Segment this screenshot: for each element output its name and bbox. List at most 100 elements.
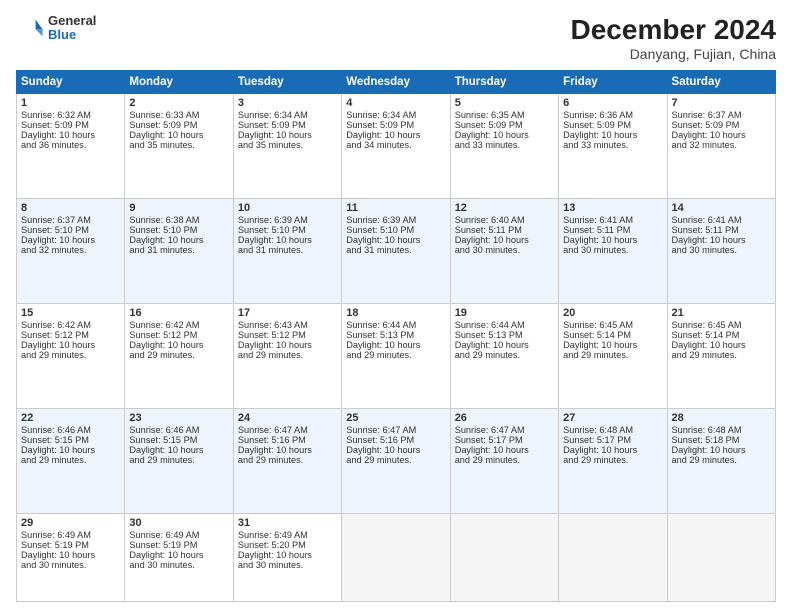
day-info-line: Sunrise: 6:39 AM [238, 215, 337, 225]
weekday-header: Wednesday [342, 71, 450, 94]
day-info-line: Daylight: 10 hours [346, 130, 445, 140]
day-number: 6 [563, 97, 662, 109]
calendar-day-cell: 5Sunrise: 6:35 AMSunset: 5:09 PMDaylight… [450, 94, 558, 199]
day-info-line: Sunset: 5:09 PM [238, 120, 337, 130]
day-info-line: Daylight: 10 hours [455, 130, 554, 140]
weekday-header: Friday [559, 71, 667, 94]
day-info-line: and 29 minutes. [455, 455, 554, 465]
day-info-line: Sunset: 5:17 PM [455, 435, 554, 445]
day-info-line: Sunset: 5:16 PM [238, 435, 337, 445]
day-number: 28 [672, 412, 771, 424]
day-number: 14 [672, 202, 771, 214]
day-info-line: and 29 minutes. [455, 350, 554, 360]
calendar-day-cell: 7Sunrise: 6:37 AMSunset: 5:09 PMDaylight… [667, 94, 775, 199]
day-number: 2 [129, 97, 228, 109]
day-info-line: Sunrise: 6:48 AM [563, 425, 662, 435]
calendar-day-cell: 8Sunrise: 6:37 AMSunset: 5:10 PMDaylight… [17, 199, 125, 304]
day-number: 24 [238, 412, 337, 424]
calendar-day-cell: 3Sunrise: 6:34 AMSunset: 5:09 PMDaylight… [233, 94, 341, 199]
day-info-line: Daylight: 10 hours [455, 340, 554, 350]
day-info-line: and 30 minutes. [672, 245, 771, 255]
day-info-line: Sunset: 5:13 PM [346, 330, 445, 340]
day-number: 16 [129, 307, 228, 319]
day-info-line: and 29 minutes. [346, 350, 445, 360]
weekday-header: Thursday [450, 71, 558, 94]
calendar-day-cell: 28Sunrise: 6:48 AMSunset: 5:18 PMDayligh… [667, 409, 775, 514]
day-info-line: Sunset: 5:10 PM [129, 225, 228, 235]
calendar-day-cell: 14Sunrise: 6:41 AMSunset: 5:11 PMDayligh… [667, 199, 775, 304]
day-info-line: Daylight: 10 hours [238, 445, 337, 455]
day-info-line: Sunrise: 6:46 AM [21, 425, 120, 435]
day-info-line: Sunset: 5:12 PM [21, 330, 120, 340]
day-info-line: Sunset: 5:10 PM [346, 225, 445, 235]
day-info-line: Daylight: 10 hours [672, 235, 771, 245]
day-info-line: Sunset: 5:10 PM [21, 225, 120, 235]
logo: General Blue [16, 14, 96, 43]
day-info-line: Sunrise: 6:36 AM [563, 110, 662, 120]
weekday-header: Monday [125, 71, 233, 94]
calendar-day-cell: 24Sunrise: 6:47 AMSunset: 5:16 PMDayligh… [233, 409, 341, 514]
calendar-day-cell: 29Sunrise: 6:49 AMSunset: 5:19 PMDayligh… [17, 514, 125, 602]
calendar-day-cell: 6Sunrise: 6:36 AMSunset: 5:09 PMDaylight… [559, 94, 667, 199]
day-info-line: Sunrise: 6:47 AM [455, 425, 554, 435]
day-info-line: Sunset: 5:14 PM [563, 330, 662, 340]
day-number: 8 [21, 202, 120, 214]
day-info-line: Sunrise: 6:45 AM [563, 320, 662, 330]
title-block: December 2024 Danyang, Fujian, China [571, 14, 776, 62]
day-info-line: Sunrise: 6:42 AM [129, 320, 228, 330]
calendar-week-row: 22Sunrise: 6:46 AMSunset: 5:15 PMDayligh… [17, 409, 776, 514]
calendar-day-cell: 21Sunrise: 6:45 AMSunset: 5:14 PMDayligh… [667, 304, 775, 409]
day-info-line: and 29 minutes. [672, 350, 771, 360]
day-info-line: and 35 minutes. [238, 140, 337, 150]
calendar-day-cell: 25Sunrise: 6:47 AMSunset: 5:16 PMDayligh… [342, 409, 450, 514]
calendar-day-cell: 31Sunrise: 6:49 AMSunset: 5:20 PMDayligh… [233, 514, 341, 602]
day-info-line: Daylight: 10 hours [21, 445, 120, 455]
day-info-line: and 32 minutes. [672, 140, 771, 150]
day-info-line: and 30 minutes. [563, 245, 662, 255]
day-number: 19 [455, 307, 554, 319]
day-info-line: Daylight: 10 hours [672, 130, 771, 140]
day-info-line: Sunrise: 6:49 AM [238, 530, 337, 540]
day-info-line: Daylight: 10 hours [129, 340, 228, 350]
day-info-line: Daylight: 10 hours [672, 445, 771, 455]
day-info-line: Sunset: 5:10 PM [238, 225, 337, 235]
calendar-week-row: 15Sunrise: 6:42 AMSunset: 5:12 PMDayligh… [17, 304, 776, 409]
day-info-line: and 29 minutes. [129, 350, 228, 360]
day-number: 23 [129, 412, 228, 424]
day-info-line: and 29 minutes. [672, 455, 771, 465]
day-info-line: Daylight: 10 hours [346, 445, 445, 455]
calendar-week-row: 8Sunrise: 6:37 AMSunset: 5:10 PMDaylight… [17, 199, 776, 304]
weekday-header: Saturday [667, 71, 775, 94]
weekday-header: Tuesday [233, 71, 341, 94]
day-info-line: and 34 minutes. [346, 140, 445, 150]
logo-general: General [48, 14, 96, 28]
day-info-line: Daylight: 10 hours [563, 235, 662, 245]
calendar-day-cell: 27Sunrise: 6:48 AMSunset: 5:17 PMDayligh… [559, 409, 667, 514]
calendar-day-cell: 26Sunrise: 6:47 AMSunset: 5:17 PMDayligh… [450, 409, 558, 514]
day-number: 12 [455, 202, 554, 214]
day-info-line: Sunrise: 6:41 AM [563, 215, 662, 225]
day-info-line: Sunrise: 6:38 AM [129, 215, 228, 225]
day-number: 31 [238, 517, 337, 529]
day-info-line: Sunset: 5:19 PM [129, 540, 228, 550]
calendar-day-cell: 9Sunrise: 6:38 AMSunset: 5:10 PMDaylight… [125, 199, 233, 304]
calendar-day-cell: 30Sunrise: 6:49 AMSunset: 5:19 PMDayligh… [125, 514, 233, 602]
calendar-day-cell: 10Sunrise: 6:39 AMSunset: 5:10 PMDayligh… [233, 199, 341, 304]
day-info-line: Sunset: 5:20 PM [238, 540, 337, 550]
day-info-line: Sunset: 5:09 PM [455, 120, 554, 130]
day-info-line: Daylight: 10 hours [129, 235, 228, 245]
calendar-week-row: 1Sunrise: 6:32 AMSunset: 5:09 PMDaylight… [17, 94, 776, 199]
day-info-line: Sunset: 5:11 PM [455, 225, 554, 235]
day-info-line: Sunrise: 6:40 AM [455, 215, 554, 225]
day-info-line: and 29 minutes. [238, 455, 337, 465]
day-info-line: and 30 minutes. [238, 560, 337, 570]
calendar-day-cell: 19Sunrise: 6:44 AMSunset: 5:13 PMDayligh… [450, 304, 558, 409]
day-number: 13 [563, 202, 662, 214]
day-number: 5 [455, 97, 554, 109]
calendar-day-cell: 16Sunrise: 6:42 AMSunset: 5:12 PMDayligh… [125, 304, 233, 409]
day-number: 3 [238, 97, 337, 109]
day-number: 21 [672, 307, 771, 319]
logo-text: General Blue [48, 14, 96, 43]
day-info-line: Daylight: 10 hours [455, 445, 554, 455]
day-info-line: Daylight: 10 hours [563, 340, 662, 350]
